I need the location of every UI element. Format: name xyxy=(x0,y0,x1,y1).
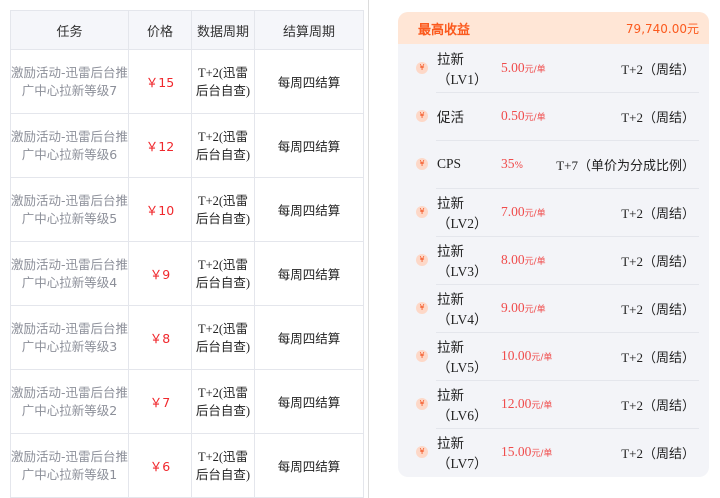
list-item[interactable]: ¥ 拉新（LV2） 7.00元/单 T+2（周结） xyxy=(398,188,709,236)
table-header-row: 任务 价格 数据周期 结算周期 xyxy=(10,10,364,50)
settle-period-cell: 每周四结算 xyxy=(254,177,364,242)
item-name: 拉新（LV2） xyxy=(437,196,488,231)
column-header-task: 任务 xyxy=(10,10,129,50)
yen-badge-icon: ¥ xyxy=(416,398,428,410)
task-name-cell: 激励活动-迅雷后台推广中心拉新等级3 xyxy=(10,305,129,370)
card-header: 最高收益 79,740.00元 xyxy=(398,12,709,44)
table-row[interactable]: 激励活动-迅雷后台推广中心拉新等级1 ￥6 T+2(迅雷后台自查) 每周四结算 xyxy=(10,433,364,498)
list-item[interactable]: ¥ CPS 35% T+7（单价为分成比例） xyxy=(398,140,709,188)
task-table-panel: 任务 价格 数据周期 结算周期 激励活动-迅雷后台推广中心拉新等级7 ￥15 T… xyxy=(0,0,368,498)
yen-badge-icon: ¥ xyxy=(416,254,428,266)
item-settle: T+7（单价为分成比例） xyxy=(556,157,695,173)
data-period-cell: T+2(迅雷后台自查) xyxy=(191,177,255,242)
data-period-cell: T+2(迅雷后台自查) xyxy=(191,49,255,114)
settle-period-cell: 每周四结算 xyxy=(254,113,364,178)
task-name-cell: 激励活动-迅雷后台推广中心拉新等级6 xyxy=(10,113,129,178)
item-name: 拉新（LV4） xyxy=(437,292,488,327)
item-price: 9.00元/单 xyxy=(501,300,546,315)
list-item[interactable]: ¥ 拉新（LV7） 15.00元/单 T+2（周结） xyxy=(398,428,709,476)
settle-period-cell: 每周四结算 xyxy=(254,49,364,114)
item-name: 促活 xyxy=(437,110,464,125)
data-period-cell: T+2(迅雷后台自查) xyxy=(191,241,255,306)
earnings-list: ¥ 拉新（LV1） 5.00元/单 T+2（周结） ¥ 促活 0.50元/单 T… xyxy=(398,44,709,476)
data-period-cell: T+2(迅雷后台自查) xyxy=(191,369,255,434)
item-price: 0.50元/单 xyxy=(501,108,546,123)
settle-period-cell: 每周四结算 xyxy=(254,369,364,434)
item-settle: T+2（周结） xyxy=(621,445,695,461)
max-earnings-card: 最高收益 79,740.00元 ¥ 拉新（LV1） 5.00元/单 T+2（周结… xyxy=(398,12,709,477)
max-earnings-value: 79,740.00元 xyxy=(625,21,699,36)
table-row[interactable]: 激励活动-迅雷后台推广中心拉新等级7 ￥15 T+2(迅雷后台自查) 每周四结算 xyxy=(10,49,364,114)
column-header-price: 价格 xyxy=(128,10,192,50)
item-settle: T+2（周结） xyxy=(621,349,695,365)
list-item[interactable]: ¥ 促活 0.50元/单 T+2（周结） xyxy=(398,92,709,140)
item-price: 15.00元/单 xyxy=(501,444,553,459)
item-name: 拉新（LV7） xyxy=(437,436,488,471)
item-name: 拉新（LV1） xyxy=(437,52,488,87)
task-price-cell: ￥7 xyxy=(128,369,192,434)
table-row[interactable]: 激励活动-迅雷后台推广中心拉新等级5 ￥10 T+2(迅雷后台自查) 每周四结算 xyxy=(10,177,364,242)
task-name-cell: 激励活动-迅雷后台推广中心拉新等级2 xyxy=(10,369,129,434)
item-settle: T+2（周结） xyxy=(621,253,695,269)
list-item[interactable]: ¥ 拉新（LV1） 5.00元/单 T+2（周结） xyxy=(398,44,709,92)
table-row[interactable]: 激励活动-迅雷后台推广中心拉新等级3 ￥8 T+2(迅雷后台自查) 每周四结算 xyxy=(10,305,364,370)
item-price: 12.00元/单 xyxy=(501,396,553,411)
list-item[interactable]: ¥ 拉新（LV3） 8.00元/单 T+2（周结） xyxy=(398,236,709,284)
settle-period-cell: 每周四结算 xyxy=(254,305,364,370)
task-name-cell: 激励活动-迅雷后台推广中心拉新等级1 xyxy=(10,433,129,498)
task-price-cell: ￥6 xyxy=(128,433,192,498)
table-row[interactable]: 激励活动-迅雷后台推广中心拉新等级6 ￥12 T+2(迅雷后台自查) 每周四结算 xyxy=(10,113,364,178)
column-header-settle-period: 结算周期 xyxy=(254,10,364,50)
yen-badge-icon: ¥ xyxy=(416,110,428,122)
task-price-cell: ￥9 xyxy=(128,241,192,306)
yen-badge-icon: ¥ xyxy=(416,158,428,170)
data-period-cell: T+2(迅雷后台自查) xyxy=(191,305,255,370)
item-settle: T+2（周结） xyxy=(621,61,695,77)
task-table: 任务 价格 数据周期 结算周期 激励活动-迅雷后台推广中心拉新等级7 ￥15 T… xyxy=(10,10,364,498)
item-price: 7.00元/单 xyxy=(501,204,546,219)
table-row[interactable]: 激励活动-迅雷后台推广中心拉新等级4 ￥9 T+2(迅雷后台自查) 每周四结算 xyxy=(10,241,364,306)
task-name-cell: 激励活动-迅雷后台推广中心拉新等级7 xyxy=(10,49,129,114)
list-item[interactable]: ¥ 拉新（LV4） 9.00元/单 T+2（周结） xyxy=(398,284,709,332)
item-settle: T+2（周结） xyxy=(621,205,695,221)
item-price: 5.00元/单 xyxy=(501,60,546,75)
settle-period-cell: 每周四结算 xyxy=(254,433,364,498)
task-price-cell: ￥12 xyxy=(128,113,192,178)
task-price-cell: ￥10 xyxy=(128,177,192,242)
data-period-cell: T+2(迅雷后台自查) xyxy=(191,433,255,498)
table-row[interactable]: 激励活动-迅雷后台推广中心拉新等级2 ￥7 T+2(迅雷后台自查) 每周四结算 xyxy=(10,369,364,434)
item-price: 35% xyxy=(501,156,524,171)
card-title: 最高收益 xyxy=(418,22,471,38)
item-settle: T+2（周结） xyxy=(621,301,695,317)
item-price: 10.00元/单 xyxy=(501,348,553,363)
data-period-cell: T+2(迅雷后台自查) xyxy=(191,113,255,178)
item-settle: T+2（周结） xyxy=(621,109,695,125)
task-price-cell: ￥8 xyxy=(128,305,192,370)
column-header-data-period: 数据周期 xyxy=(191,10,255,50)
item-name: 拉新（LV6） xyxy=(437,388,488,423)
list-item[interactable]: ¥ 拉新（LV6） 12.00元/单 T+2（周结） xyxy=(398,380,709,428)
list-item[interactable]: ¥ 拉新（LV5） 10.00元/单 T+2（周结） xyxy=(398,332,709,380)
yen-badge-icon: ¥ xyxy=(416,62,428,74)
item-name: CPS xyxy=(437,156,462,171)
yen-badge-icon: ¥ xyxy=(416,206,428,218)
yen-badge-icon: ¥ xyxy=(416,350,428,362)
yen-badge-icon: ¥ xyxy=(416,302,428,314)
settle-period-cell: 每周四结算 xyxy=(254,241,364,306)
item-name: 拉新（LV5） xyxy=(437,340,488,375)
item-name: 拉新（LV3） xyxy=(437,244,488,279)
task-name-cell: 激励活动-迅雷后台推广中心拉新等级4 xyxy=(10,241,129,306)
yen-badge-icon: ¥ xyxy=(416,446,428,458)
item-price: 8.00元/单 xyxy=(501,252,546,267)
task-name-cell: 激励活动-迅雷后台推广中心拉新等级5 xyxy=(10,177,129,242)
task-price-cell: ￥15 xyxy=(128,49,192,114)
item-settle: T+2（周结） xyxy=(621,397,695,413)
